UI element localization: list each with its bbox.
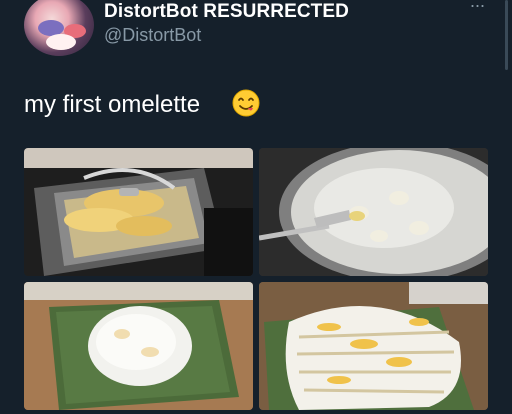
tweet-card: DistortBot RESURRECTED @DistortBot ··· m… — [0, 0, 512, 414]
user-handle[interactable]: @DistortBot — [104, 25, 201, 46]
photo-sliced-omelette-on-board[interactable] — [259, 282, 488, 410]
photo-grid — [24, 148, 488, 410]
more-horizontal-icon[interactable]: ··· — [466, 0, 488, 18]
photo-egg-in-pan[interactable] — [24, 148, 253, 276]
face-savoring-food-emoji — [232, 89, 260, 117]
scrollbar[interactable] — [505, 0, 508, 70]
photo-boiling-eggs-skillet-image — [259, 148, 488, 276]
photo-sliced-omelette-on-board-image — [259, 282, 488, 410]
photo-round-omelette-on-board[interactable] — [24, 282, 253, 410]
tweet-text: my first omelette — [24, 91, 201, 118]
photo-round-omelette-on-board-image — [24, 282, 253, 410]
photo-boiling-eggs-skillet[interactable] — [259, 148, 488, 276]
photo-egg-in-pan-image — [24, 148, 253, 276]
avatar[interactable] — [24, 0, 94, 56]
avatar-shape — [46, 34, 76, 50]
display-name[interactable]: DistortBot RESURRECTED — [104, 1, 349, 23]
